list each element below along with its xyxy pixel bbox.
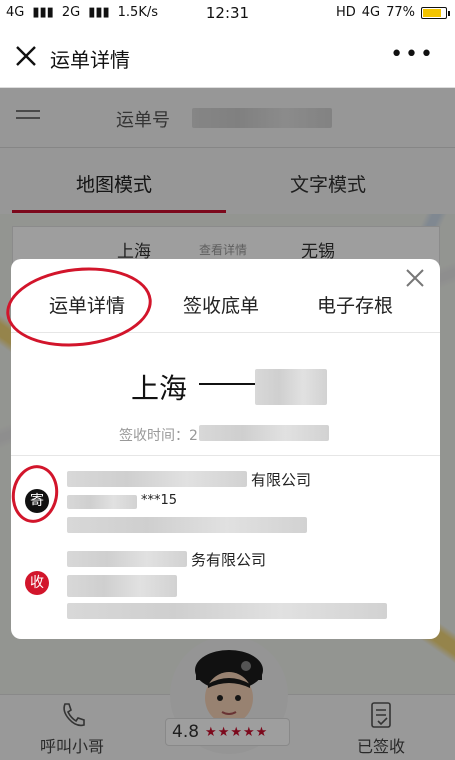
sign-time-label: 签收时间：2 [119,428,198,444]
receiver-address-redacted [67,603,387,619]
receiver-name-redacted [67,551,187,567]
tab-electronic-stub[interactable]: 电子存根 [317,291,393,318]
sender-address-redacted [67,517,307,533]
receiver-badge: 收 [25,571,49,595]
sender-company: 有限公司 [251,471,312,489]
battery-level: 77% [386,5,415,20]
status-bar: 4G ▮▮▮ 2G ▮▮▮ 1.5K/s 12:31 HD 4G 77% [0,0,455,26]
sign-time: 签收时间：2 [119,425,329,445]
receiver-company: 务有限公司 [191,551,267,569]
battery-icon [421,6,450,19]
receiver-contact-redacted [67,575,177,597]
route-destination-redacted [255,369,327,405]
receiver-block: 收 务有限公司 [11,549,440,619]
sender-block: 寄 有限公司 ***15 [11,469,440,539]
close-icon[interactable] [14,44,38,68]
sign-time-redacted [199,425,329,441]
sender-contact-redacted [67,495,137,509]
hd-indicator: HD [335,5,356,20]
network-3: 4G [361,5,381,20]
sender-name-redacted [67,471,247,487]
title-bar: 运单详情 ••• [0,26,455,88]
tab-signed-receipt[interactable]: 签收底单 [183,291,259,318]
page-title: 运单详情 [50,48,130,72]
route-arrow [199,383,259,385]
route-origin: 上海 [131,372,188,405]
sender-phone: ***15 [141,493,178,508]
more-menu-icon[interactable]: ••• [390,42,435,67]
divider [11,455,440,456]
